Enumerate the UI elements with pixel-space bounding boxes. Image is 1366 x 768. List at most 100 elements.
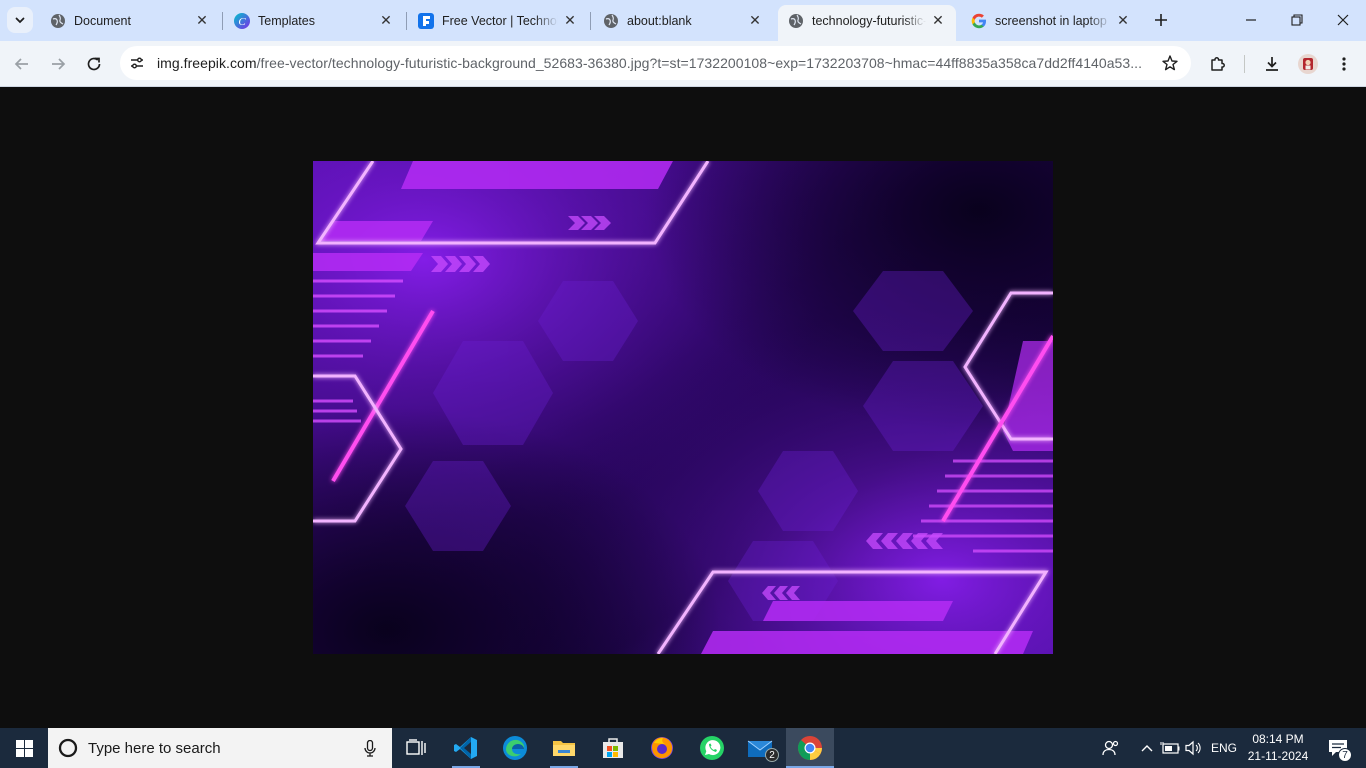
- download-icon: [1266, 57, 1278, 71]
- tab-separator: [590, 12, 591, 30]
- back-button[interactable]: [7, 49, 37, 79]
- tab-title: screenshot in laptop: [995, 13, 1107, 28]
- file-explorer-taskbar-app[interactable]: [540, 728, 588, 768]
- toolbar-divider: [1244, 55, 1245, 73]
- vscode-taskbar-app[interactable]: [442, 728, 490, 768]
- chevron-down-icon: [15, 17, 25, 24]
- canva-icon: C: [234, 12, 250, 29]
- restore-icon: [1291, 14, 1303, 26]
- tab-title: Document: [74, 13, 131, 28]
- task-view-icon: [406, 739, 426, 755]
- tab-title: Templates: [258, 13, 315, 28]
- globe-icon: [603, 13, 619, 29]
- people-icon: [1102, 740, 1119, 756]
- close-icon: [1337, 14, 1349, 26]
- globe-icon: [788, 13, 804, 29]
- plus-icon: [1155, 14, 1167, 26]
- volume-button[interactable]: [1182, 728, 1204, 768]
- minimize-icon: [1246, 19, 1256, 21]
- close-tab-icon[interactable]: ✕: [747, 12, 763, 29]
- search-placeholder: Type here to search: [88, 740, 221, 757]
- clock[interactable]: 08:14 PM 21-11-2024: [1244, 731, 1312, 765]
- tab-search-button[interactable]: [7, 7, 33, 33]
- show-hidden-icons-button[interactable]: [1136, 728, 1158, 768]
- tab-title: Free Vector | Technology futuristic back…: [442, 13, 558, 28]
- taskbar-search-box[interactable]: Type here to search: [48, 728, 392, 768]
- mail-taskbar-app[interactable]: 2: [737, 728, 785, 768]
- minimize-button[interactable]: [1228, 0, 1274, 40]
- tab-separator: [222, 12, 223, 30]
- cortana-ring-icon: [58, 738, 78, 758]
- firefox-taskbar-app[interactable]: [638, 728, 686, 768]
- kebab-menu-icon: [1342, 57, 1346, 71]
- puzzle-icon: [1211, 57, 1225, 71]
- people-button[interactable]: [1098, 728, 1124, 768]
- windows-taskbar: Type here to search 2 ENG 08:14 PM 21-11…: [0, 728, 1366, 768]
- address-bar[interactable]: img.freepik.com/free-vector/technology-f…: [120, 46, 1191, 80]
- url-host: img.freepik.com: [157, 55, 257, 71]
- tab-google-search[interactable]: screenshot in laptop ✕: [961, 5, 1141, 36]
- tab-title: technology-futuristic-background: [812, 13, 926, 28]
- globe-icon: [50, 13, 66, 29]
- freepik-icon: [418, 12, 434, 29]
- menu-button[interactable]: [1329, 49, 1359, 79]
- clock-time: 08:14 PM: [1252, 732, 1304, 746]
- restore-button[interactable]: [1274, 0, 1320, 40]
- reload-button[interactable]: [79, 49, 109, 79]
- language-indicator[interactable]: ENG: [1206, 728, 1242, 768]
- whatsapp-taskbar-app[interactable]: [688, 728, 736, 768]
- tab-templates[interactable]: C Templates ✕: [224, 5, 404, 36]
- tab-freepik[interactable]: Free Vector | Technology futuristic back…: [408, 5, 588, 36]
- new-tab-button[interactable]: [1150, 9, 1172, 31]
- windows-logo-icon: [15, 739, 33, 757]
- site-info-icon[interactable]: [128, 54, 146, 77]
- store-bag-icon: [603, 738, 623, 758]
- task-view-button[interactable]: [392, 728, 440, 768]
- chrome-icon: [797, 736, 822, 760]
- close-tab-icon[interactable]: ✕: [1115, 12, 1131, 29]
- vscode-icon: [454, 737, 477, 759]
- whatsapp-icon: [700, 736, 724, 760]
- url-path: /free-vector/technology-futuristic-backg…: [256, 55, 1143, 71]
- close-tab-icon[interactable]: ✕: [194, 12, 210, 29]
- browser-toolbar: img.freepik.com/free-vector/technology-f…: [0, 41, 1366, 87]
- bookmark-star-icon[interactable]: [1161, 54, 1179, 77]
- chevron-up-icon: [1141, 745, 1153, 752]
- action-center-button[interactable]: 7: [1318, 728, 1358, 768]
- arrow-right-icon: [52, 58, 66, 70]
- tab-about-blank[interactable]: about:blank ✕: [593, 5, 773, 36]
- tab-document[interactable]: Document ✕: [40, 5, 220, 36]
- folder-icon: [553, 741, 575, 756]
- close-tab-icon[interactable]: ✕: [378, 12, 394, 29]
- edge-taskbar-app[interactable]: [491, 728, 539, 768]
- close-window-button[interactable]: [1320, 0, 1366, 40]
- edge-icon: [503, 736, 527, 760]
- url-text: img.freepik.com/free-vector/technology-f…: [157, 55, 1142, 71]
- battery-status[interactable]: [1158, 728, 1182, 768]
- avatar-icon: [1298, 54, 1318, 74]
- svg-text:C: C: [238, 16, 246, 28]
- tab-strip: Document ✕ C Templates ✕ Free Vector | T…: [0, 0, 1366, 41]
- google-icon: [971, 13, 987, 29]
- store-taskbar-app[interactable]: [589, 728, 637, 768]
- downloads-button[interactable]: [1257, 49, 1287, 79]
- mail-unread-badge: 2: [765, 748, 779, 762]
- microphone-icon[interactable]: [364, 740, 376, 757]
- extensions-button[interactable]: [1203, 49, 1233, 79]
- chrome-taskbar-app[interactable]: [786, 728, 834, 768]
- displayed-image[interactable]: [313, 161, 1053, 654]
- profile-avatar[interactable]: [1293, 49, 1323, 79]
- tab-technology-futuristic[interactable]: technology-futuristic-background ✕: [778, 5, 956, 41]
- tab-separator: [406, 12, 407, 30]
- notification-count-badge: 7: [1338, 748, 1352, 762]
- clock-date: 21-11-2024: [1247, 749, 1309, 763]
- page-viewport: [0, 87, 1366, 728]
- reload-icon: [87, 57, 101, 71]
- firefox-icon: [651, 737, 673, 759]
- forward-button[interactable]: [43, 49, 73, 79]
- close-tab-icon[interactable]: ✕: [930, 12, 946, 29]
- close-tab-icon[interactable]: ✕: [562, 12, 578, 29]
- battery-plug-icon: [1160, 742, 1180, 754]
- start-button[interactable]: [0, 728, 48, 768]
- tab-title: about:blank: [627, 13, 692, 28]
